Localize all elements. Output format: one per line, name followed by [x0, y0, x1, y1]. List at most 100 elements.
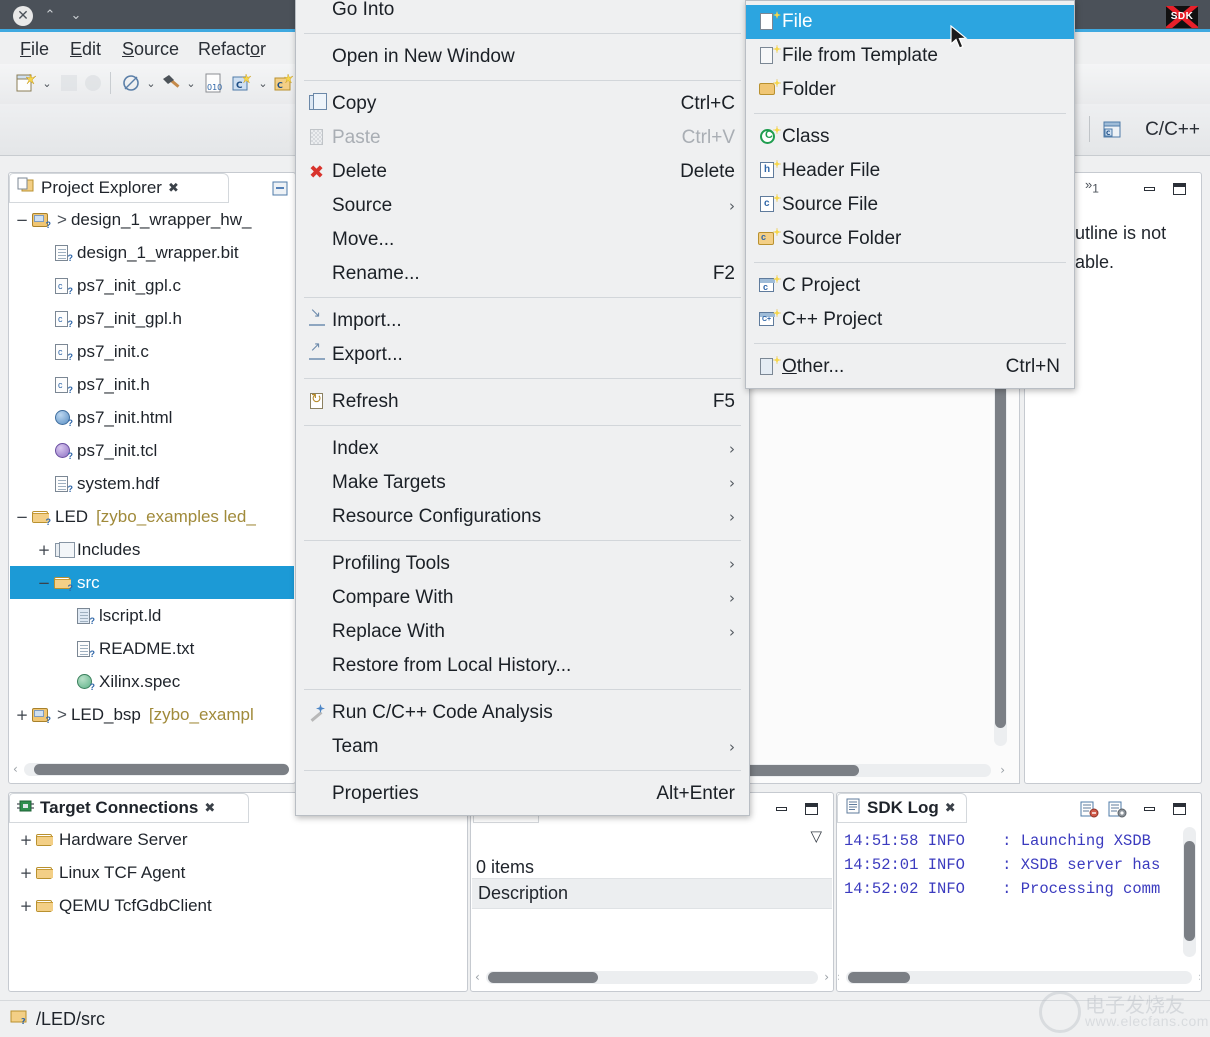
target-connections-tab[interactable]: Target Connections ✖	[9, 793, 249, 823]
log-settings-icon[interactable]	[1107, 801, 1125, 817]
close-icon[interactable]: ✖	[204, 801, 215, 816]
project-explorer-hscrollbar[interactable]: ‹	[24, 763, 288, 776]
tree-row[interactable]: ?ps7_init_gpl.c	[10, 269, 294, 302]
menu-item-c-project[interactable]: C++ Project	[746, 303, 1074, 337]
minimize-icon[interactable]	[1142, 802, 1157, 816]
close-icon[interactable]: ✕	[13, 6, 33, 26]
menu-item-index[interactable]: Index›	[296, 432, 749, 466]
menu-item-open-in-new-window[interactable]: Open in New Window	[296, 40, 749, 74]
collapse-all-icon[interactable]	[271, 181, 289, 197]
maximize-icon[interactable]	[804, 802, 819, 816]
tree-row[interactable]: ?ps7_init.c	[10, 335, 294, 368]
minimize-icon[interactable]	[774, 802, 789, 816]
tree-row[interactable]: +Includes	[10, 533, 294, 566]
tree-row[interactable]: −?LED[zybo_examples led_	[10, 500, 294, 533]
tree-row[interactable]: −?src	[10, 566, 294, 599]
menu-item-refresh[interactable]: RefreshF5	[296, 385, 749, 419]
view-menu-icon[interactable]: ▽	[810, 827, 822, 845]
menu-item-source[interactable]: Source›	[296, 189, 749, 223]
menu-item-source-file[interactable]: Source File	[746, 188, 1074, 222]
menu-item-header-file[interactable]: Header File	[746, 154, 1074, 188]
cpp-perspective-icon[interactable]: C	[1102, 120, 1124, 140]
target-connections-tree[interactable]: +Hardware Server+Linux TCF Agent+QEMU Tc…	[10, 823, 466, 922]
menu-item-resource-configurations[interactable]: Resource Configurations›	[296, 500, 749, 534]
menu-item-compare-with[interactable]: Compare With›	[296, 581, 749, 615]
debug-dropdown-caret[interactable]: ⌄	[144, 77, 158, 89]
new-submenu[interactable]: FileFile from TemplateFolder ClassHeader …	[745, 0, 1075, 389]
close-icon[interactable]: ✖	[945, 801, 956, 816]
menu-item-replace-with[interactable]: Replace With›	[296, 615, 749, 649]
project-context-menu[interactable]: Go IntoOpen in New WindowCopyCtrl+CPaste…	[295, 0, 750, 816]
chevron-up-icon[interactable]: ⌃	[40, 6, 60, 26]
maximize-icon[interactable]	[1172, 802, 1187, 816]
maximize-icon[interactable]	[1172, 182, 1187, 196]
new-c-folder-icon[interactable]: C	[272, 72, 294, 94]
binary-010-icon[interactable]: 010	[202, 72, 224, 94]
close-icon[interactable]: ✖	[168, 181, 179, 196]
tree-row[interactable]: −?>design_1_wrapper_hw_	[10, 203, 294, 236]
sdk-log-tab[interactable]: SDK Log ✖	[837, 793, 967, 823]
new-c-project-icon[interactable]: C	[230, 72, 252, 94]
expand-icon[interactable]: +	[36, 541, 52, 559]
menu-item-source-folder[interactable]: Source Folder	[746, 222, 1074, 256]
menu-source[interactable]: Source	[116, 37, 185, 62]
tree-row[interactable]: ?lscript.ld	[10, 599, 294, 632]
menu-item-profiling-tools[interactable]: Profiling Tools›	[296, 547, 749, 581]
view-overflow-chevron[interactable]: »1	[1085, 177, 1099, 196]
collapse-icon[interactable]: −	[36, 574, 52, 592]
tree-row[interactable]: ?ps7_init.html	[10, 401, 294, 434]
menu-item-file-from-template[interactable]: File from Template	[746, 39, 1074, 73]
tree-row[interactable]: ?README.txt	[10, 632, 294, 665]
menu-item-c-project[interactable]: C Project	[746, 269, 1074, 303]
tree-row[interactable]: ?design_1_wrapper.bit	[10, 236, 294, 269]
menu-item-other[interactable]: Other...Ctrl+N	[746, 350, 1074, 384]
tree-row[interactable]: ?ps7_init_gpl.h	[10, 302, 294, 335]
menu-item-copy[interactable]: CopyCtrl+C	[296, 87, 749, 121]
menu-item-run-c-c-code-analysis[interactable]: Run C/C++ Code Analysis	[296, 696, 749, 730]
debug-icon[interactable]	[120, 72, 142, 94]
menu-item-folder[interactable]: Folder	[746, 73, 1074, 107]
menu-item-delete[interactable]: ✖DeleteDelete	[296, 155, 749, 189]
menu-item-make-targets[interactable]: Make Targets›	[296, 466, 749, 500]
target-connection-row[interactable]: +Hardware Server	[10, 823, 466, 856]
tree-row[interactable]: ?system.hdf	[10, 467, 294, 500]
menu-item-go-into[interactable]: Go Into	[296, 0, 749, 27]
menu-item-properties[interactable]: PropertiesAlt+Enter	[296, 777, 749, 811]
new-file-dropdown-caret[interactable]: ⌄	[40, 77, 54, 89]
build-hammer-icon[interactable]	[160, 72, 182, 94]
target-connection-row[interactable]: +QEMU TcfGdbClient	[10, 889, 466, 922]
build-dropdown-caret[interactable]: ⌄	[184, 77, 198, 89]
menu-item-rename[interactable]: Rename...F2	[296, 257, 749, 291]
menu-edit[interactable]: Edit	[64, 37, 107, 62]
menu-item-team[interactable]: Team›	[296, 730, 749, 764]
expand-icon[interactable]: +	[18, 831, 34, 849]
menu-item-import[interactable]: Import...	[296, 304, 749, 338]
menu-item-move[interactable]: Move...	[296, 223, 749, 257]
minimize-icon[interactable]	[1142, 182, 1157, 196]
perspective-label[interactable]: C/C++	[1145, 119, 1200, 141]
expand-icon[interactable]: +	[14, 706, 30, 724]
new-c-project-caret[interactable]: ⌄	[256, 77, 270, 89]
menu-item-restore-from-local-history[interactable]: Restore from Local History...	[296, 649, 749, 683]
expand-icon[interactable]: +	[18, 897, 34, 915]
menu-refactor[interactable]: Refactor	[192, 37, 272, 62]
menu-file[interactable]: File	[14, 37, 55, 62]
project-tree[interactable]: −?>design_1_wrapper_hw_?design_1_wrapper…	[10, 203, 294, 731]
project-explorer-tab[interactable]: Project Explorer ✖	[9, 173, 229, 203]
menu-item-export[interactable]: Export...	[296, 338, 749, 372]
clear-log-icon[interactable]	[1079, 801, 1097, 817]
sdk-log-vscrollbar[interactable]	[1183, 827, 1196, 957]
menu-item-file[interactable]: File	[746, 5, 1074, 39]
target-connection-row[interactable]: +Linux TCF Agent	[10, 856, 466, 889]
tree-row[interactable]: ?ps7_init.h	[10, 368, 294, 401]
problems-description-column-header[interactable]: Description	[472, 878, 832, 909]
collapse-icon[interactable]: −	[14, 508, 30, 526]
collapse-icon[interactable]: −	[14, 211, 30, 229]
tree-row[interactable]: ?Xilinx.spec	[10, 665, 294, 698]
expand-icon[interactable]: +	[18, 864, 34, 882]
menu-item-class[interactable]: Class	[746, 120, 1074, 154]
chevron-down-icon[interactable]: ⌄	[66, 6, 86, 26]
tree-row[interactable]: ?ps7_init.tcl	[10, 434, 294, 467]
tree-row[interactable]: +?>LED_bsp[zybo_exampl	[10, 698, 294, 731]
problems-hscrollbar[interactable]: ‹ ›	[486, 971, 818, 984]
